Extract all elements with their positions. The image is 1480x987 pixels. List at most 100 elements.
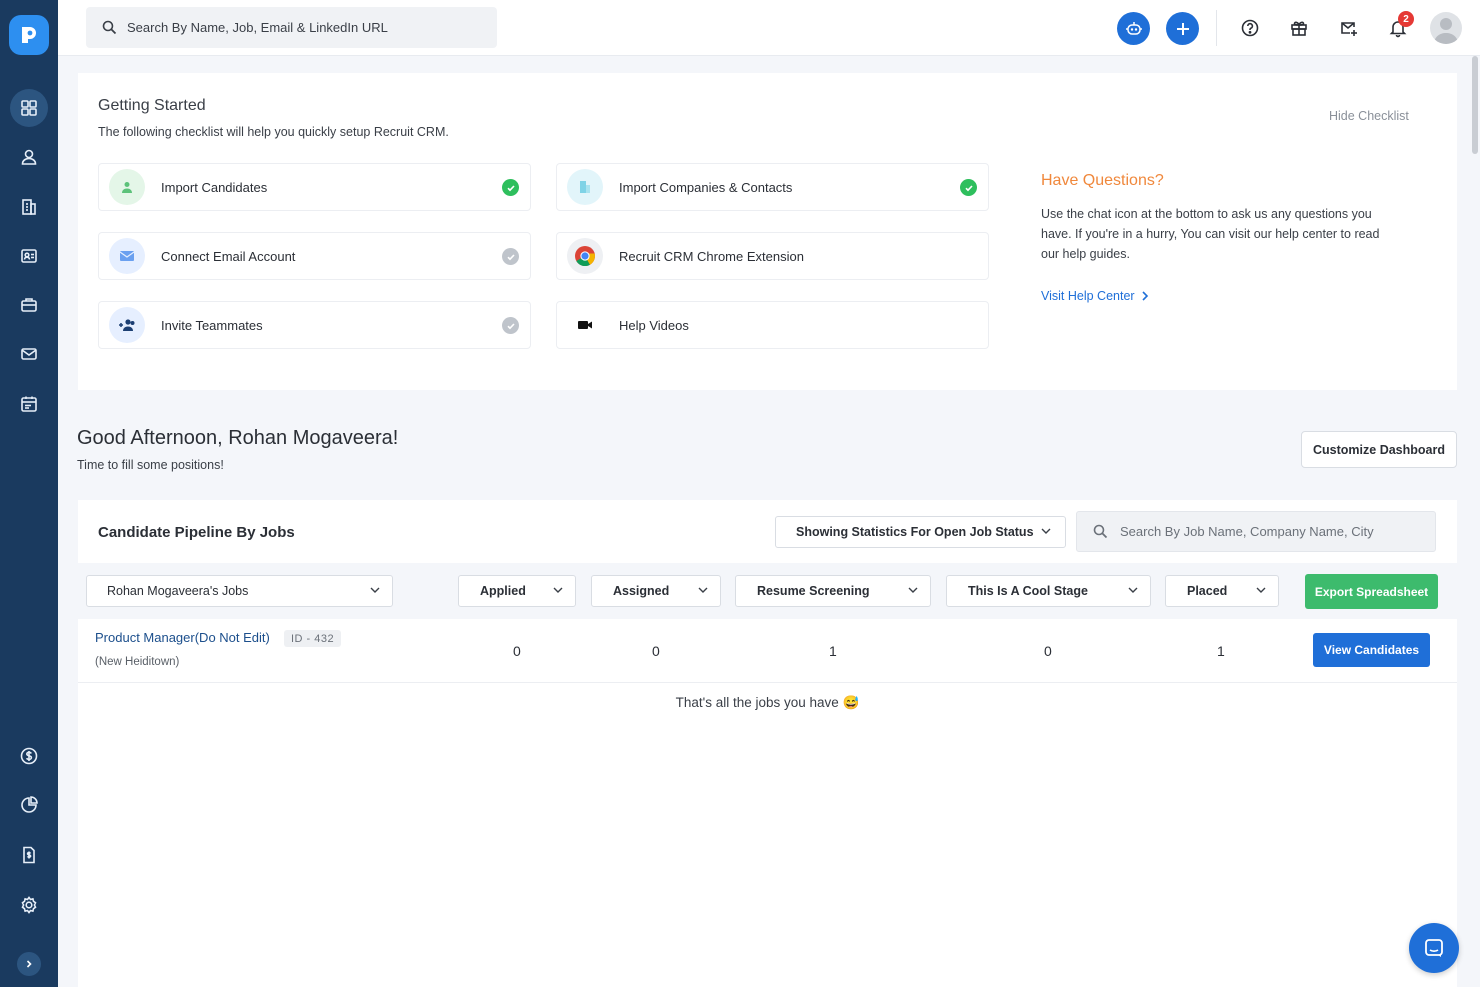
chevron-down-icon xyxy=(1256,587,1266,593)
export-spreadsheet-button[interactable]: Export Spreadsheet xyxy=(1305,574,1438,609)
job-location: (New Heiditown) xyxy=(95,656,180,668)
stage-resume-screening-dropdown[interactable]: Resume Screening xyxy=(735,575,931,607)
assigned-count[interactable]: 0 xyxy=(652,643,660,659)
help-icon[interactable] xyxy=(1239,17,1261,39)
task-import-companies[interactable]: Import Companies & Contacts xyxy=(556,163,989,211)
compose-email-icon[interactable] xyxy=(1338,17,1360,39)
table-row: Product Manager(Do Not Edit) ID - 432 (N… xyxy=(78,619,1457,683)
candidate-pipeline-card: Candidate Pipeline By Jobs Showing Stati… xyxy=(78,500,1457,987)
team-icon xyxy=(109,307,145,343)
sidebar xyxy=(0,0,58,987)
task-connect-email[interactable]: Connect Email Account xyxy=(98,232,531,280)
gift-icon[interactable] xyxy=(1288,17,1310,39)
building-icon xyxy=(567,169,603,205)
chevron-down-icon xyxy=(908,587,918,593)
chevron-down-icon xyxy=(698,587,708,593)
stage-assigned-dropdown[interactable]: Assigned xyxy=(591,575,721,607)
chat-icon xyxy=(1425,939,1443,957)
stage-placed-dropdown[interactable]: Placed xyxy=(1165,575,1279,607)
stage-cool-stage-dropdown[interactable]: This Is A Cool Stage xyxy=(946,575,1151,607)
global-search[interactable] xyxy=(86,7,497,48)
chevron-right-icon xyxy=(1141,291,1148,301)
task-label: Connect Email Account xyxy=(161,248,296,264)
email-icon[interactable] xyxy=(10,335,48,373)
resume-screening-count[interactable]: 1 xyxy=(829,643,837,659)
task-label: Import Candidates xyxy=(161,179,268,195)
customize-dashboard-button[interactable]: Customize Dashboard xyxy=(1301,431,1457,468)
job-search[interactable] xyxy=(1076,511,1436,552)
getting-started-subtitle: The following checklist will help you qu… xyxy=(98,125,449,139)
getting-started-card: Getting Started The following checklist … xyxy=(78,73,1457,390)
add-new-icon[interactable] xyxy=(1166,12,1199,45)
task-invite-teammates[interactable]: Invite Teammates xyxy=(98,301,531,349)
page-scrollbar[interactable] xyxy=(1472,56,1478,154)
reports-icon[interactable] xyxy=(10,786,48,824)
jobs-icon[interactable] xyxy=(10,286,48,324)
job-owner-dropdown[interactable]: Rohan Mogaveera's Jobs xyxy=(86,575,393,607)
task-complete-icon xyxy=(502,179,519,196)
task-pending-icon xyxy=(502,317,519,334)
dashboard-icon[interactable] xyxy=(10,89,48,127)
task-label: Import Companies & Contacts xyxy=(619,179,793,195)
invoices-icon[interactable] xyxy=(10,836,48,874)
topbar-divider xyxy=(1216,10,1217,46)
have-questions-text: Use the chat icon at the bottom to ask u… xyxy=(1041,207,1380,261)
job-id-badge: ID - 432 xyxy=(284,630,342,647)
job-title-link[interactable]: Product Manager(Do Not Edit) xyxy=(95,630,270,645)
envelope-icon xyxy=(109,238,145,274)
stage-label: Resume Screening xyxy=(757,584,870,598)
stage-label: Placed xyxy=(1187,584,1228,598)
chevron-down-icon xyxy=(1128,587,1138,593)
task-complete-icon xyxy=(960,179,977,196)
visit-help-center-label: Visit Help Center xyxy=(1041,289,1135,303)
task-help-videos[interactable]: Help Videos xyxy=(556,301,989,349)
companies-icon[interactable] xyxy=(10,188,48,226)
stage-applied-dropdown[interactable]: Applied xyxy=(458,575,576,607)
chevron-down-icon xyxy=(370,587,380,593)
task-label: Invite Teammates xyxy=(161,317,263,333)
stage-label: Applied xyxy=(480,584,526,598)
getting-started-title: Getting Started xyxy=(98,97,206,114)
job-status-label: Showing Statistics For Open Job Status xyxy=(796,525,1034,539)
chevron-down-icon xyxy=(1041,528,1051,534)
task-label: Recruit CRM Chrome Extension xyxy=(619,248,804,264)
search-icon xyxy=(102,20,117,35)
stage-label: Assigned xyxy=(613,584,670,598)
billing-icon[interactable] xyxy=(10,737,48,775)
stage-label: This Is A Cool Stage xyxy=(968,584,1088,598)
app-logo[interactable] xyxy=(9,15,49,55)
contacts-icon[interactable] xyxy=(10,237,48,275)
placed-count[interactable]: 1 xyxy=(1217,643,1225,659)
view-candidates-button[interactable]: View Candidates xyxy=(1313,633,1430,667)
applied-count[interactable]: 0 xyxy=(513,643,521,659)
chrome-icon xyxy=(567,238,603,274)
settings-icon[interactable] xyxy=(10,886,48,924)
topbar: 2 xyxy=(58,0,1480,56)
chat-support-button[interactable] xyxy=(1409,923,1459,973)
pipeline-filter-row: Rohan Mogaveera's Jobs Applied Assigned … xyxy=(78,563,1457,619)
visit-help-center-link[interactable]: Visit Help Center xyxy=(1041,289,1149,303)
task-import-candidates[interactable]: Import Candidates xyxy=(98,163,531,211)
job-owner-label: Rohan Mogaveera's Jobs xyxy=(107,584,249,598)
notification-count-badge: 2 xyxy=(1398,11,1414,27)
expand-sidebar-button[interactable] xyxy=(17,952,41,976)
hide-checklist-link[interactable]: Hide Checklist xyxy=(1329,109,1409,123)
chevron-down-icon xyxy=(553,587,563,593)
calendar-icon[interactable] xyxy=(10,385,48,423)
job-search-input[interactable] xyxy=(1120,524,1420,539)
ai-assistant-icon[interactable] xyxy=(1117,12,1150,45)
task-label: Help Videos xyxy=(619,317,689,333)
task-pending-icon xyxy=(502,248,519,265)
pipeline-title: Candidate Pipeline By Jobs xyxy=(98,524,295,541)
cool-stage-count[interactable]: 0 xyxy=(1044,643,1052,659)
greeting-subtitle: Time to fill some positions! xyxy=(77,458,224,472)
candidate-icon xyxy=(109,169,145,205)
candidates-icon[interactable] xyxy=(10,138,48,176)
end-of-list-message: That's all the jobs you have 😅 xyxy=(675,695,860,710)
global-search-input[interactable] xyxy=(127,20,487,35)
user-avatar[interactable] xyxy=(1430,12,1462,44)
task-chrome-extension[interactable]: Recruit CRM Chrome Extension xyxy=(556,232,989,280)
greeting-title: Good Afternoon, Rohan Mogaveera! xyxy=(77,427,399,449)
job-status-dropdown[interactable]: Showing Statistics For Open Job Status xyxy=(775,516,1066,548)
search-icon xyxy=(1093,524,1108,539)
